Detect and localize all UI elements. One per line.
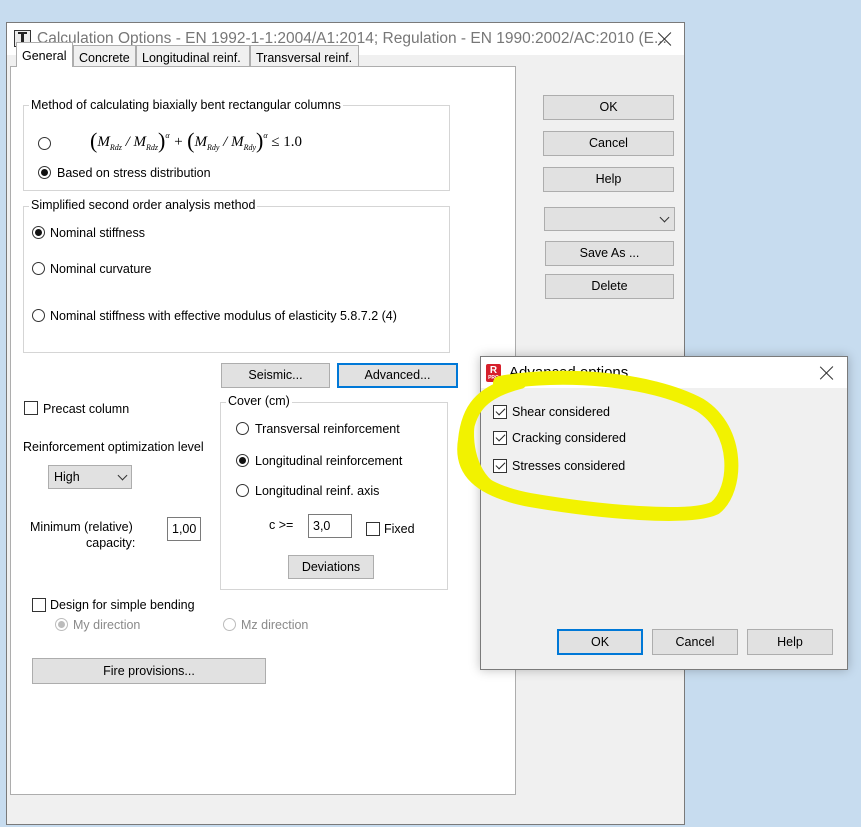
radio-transversal-reinforcement[interactable]	[236, 422, 249, 435]
optimization-select[interactable]: High	[48, 465, 132, 489]
advanced-cancel-button[interactable]: Cancel	[652, 629, 738, 655]
fixed-label: Fixed	[384, 522, 415, 536]
tab-general[interactable]: General	[16, 42, 73, 67]
nominal-stiffness-label: Nominal stiffness	[50, 226, 145, 240]
robot-app-icon: R PRO	[486, 364, 501, 382]
optimization-label: Reinforcement optimization level	[23, 440, 204, 454]
help-button[interactable]: Help	[543, 167, 674, 192]
fire-provisions-button[interactable]: Fire provisions...	[32, 658, 266, 684]
longitudinal-reinf-axis-label: Longitudinal reinf. axis	[255, 484, 380, 498]
transversal-reinforcement-label: Transversal reinforcement	[255, 422, 400, 436]
cracking-considered-checkbox[interactable]	[493, 431, 507, 445]
cancel-button[interactable]: Cancel	[543, 131, 674, 156]
radio-mz-direction[interactable]	[223, 618, 236, 631]
nominal-stiffness-effective-label: Nominal stiffness with effective modulus…	[50, 309, 397, 323]
nominal-curvature-label: Nominal curvature	[50, 262, 152, 276]
second-order-legend: Simplified second order analysis method	[29, 198, 258, 212]
min-capacity-label-2: capacity:	[86, 536, 136, 550]
stresses-considered-label: Stresses considered	[512, 459, 626, 473]
radio-my-direction[interactable]	[55, 618, 68, 631]
min-capacity-label-1: Minimum (relative)	[30, 520, 133, 534]
precast-checkbox[interactable]	[24, 401, 38, 415]
radio-nominal-curvature[interactable]	[32, 262, 45, 275]
radio-longitudinal-reinforcement[interactable]	[236, 454, 249, 467]
save-as-button[interactable]: Save As ...	[545, 241, 674, 266]
my-direction-label: My direction	[73, 618, 141, 632]
tab-longitudinal-reinf[interactable]: Longitudinal reinf.	[136, 45, 250, 66]
radio-nominal-stiffness[interactable]	[32, 226, 45, 239]
advanced-button[interactable]: Advanced...	[337, 363, 458, 388]
cracking-considered-label: Cracking considered	[512, 431, 626, 445]
chevron-down-icon	[659, 212, 670, 223]
close-icon[interactable]	[819, 365, 835, 381]
stress-distribution-label: Based on stress distribution	[57, 166, 211, 180]
tab-concrete[interactable]: Concrete	[73, 45, 136, 66]
cover-c-input[interactable]: 3,0	[308, 514, 352, 538]
cover-legend: Cover (cm)	[226, 394, 292, 408]
shear-considered-label: Shear considered	[512, 405, 610, 419]
radio-stress-distribution[interactable]	[38, 166, 51, 179]
radio-interaction-formula[interactable]	[38, 137, 51, 150]
optimization-value: High	[54, 470, 80, 484]
longitudinal-reinforcement-label: Longitudinal reinforcement	[255, 454, 403, 468]
simple-bending-label: Design for simple bending	[50, 598, 195, 612]
close-icon[interactable]	[657, 31, 673, 47]
advanced-options-dialog: R PRO Advanced options	[480, 356, 848, 670]
advanced-ok-button[interactable]: OK	[557, 629, 643, 655]
delete-button[interactable]: Delete	[545, 274, 674, 299]
shear-considered-checkbox[interactable]	[493, 405, 507, 419]
chevron-down-icon	[117, 470, 128, 481]
precast-label: Precast column	[43, 402, 130, 416]
seismic-button[interactable]: Seismic...	[221, 363, 330, 388]
radio-nominal-stiffness-effective[interactable]	[32, 309, 45, 322]
simple-bending-checkbox[interactable]	[32, 598, 46, 612]
stresses-considered-checkbox[interactable]	[493, 459, 507, 473]
advanced-dialog-title: Advanced options	[509, 364, 629, 381]
advanced-title-bar: R PRO Advanced options	[481, 357, 847, 388]
ok-button[interactable]: OK	[543, 95, 674, 120]
deviations-button[interactable]: Deviations	[288, 555, 374, 579]
interaction-formula: (MRdz / MRdz)α + (MRdy / MRdy)α ≤ 1.0	[90, 128, 303, 153]
mz-direction-label: Mz direction	[241, 618, 309, 632]
cover-c-label: c >=	[269, 518, 294, 532]
biaxial-method-legend: Method of calculating biaxially bent rec…	[29, 98, 343, 112]
advanced-help-button[interactable]: Help	[747, 629, 833, 655]
preset-select[interactable]	[544, 207, 675, 231]
tab-transversal-reinf[interactable]: Transversal reinf.	[250, 45, 359, 66]
fixed-checkbox[interactable]	[366, 522, 380, 536]
radio-longitudinal-reinf-axis[interactable]	[236, 484, 249, 497]
min-capacity-input[interactable]: 1,00	[167, 517, 201, 541]
